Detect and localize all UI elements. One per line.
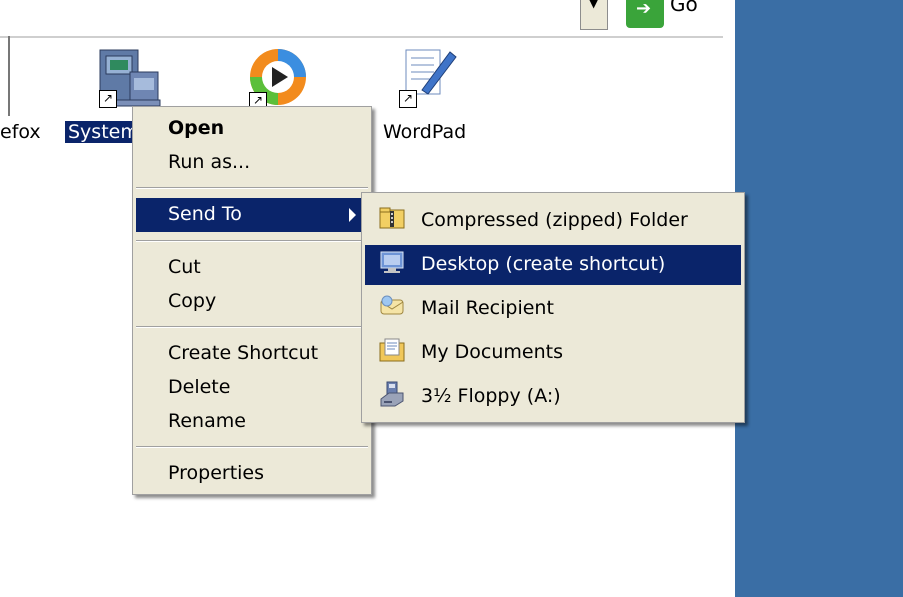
submenu-item-desktop-shortcut[interactable]: Desktop (create shortcut) <box>365 245 741 285</box>
menu-item-rename[interactable]: Rename <box>136 405 368 439</box>
chevron-down-icon: ▼ <box>589 0 599 10</box>
go-arrow-icon: ➔ <box>636 0 652 19</box>
menu-item-copy[interactable]: Copy <box>136 285 368 319</box>
firefox-icon-fragment <box>0 36 10 116</box>
submenu-item-my-documents[interactable]: My Documents <box>365 333 741 373</box>
menu-item-create-shortcut[interactable]: Create Shortcut <box>136 337 368 371</box>
context-menu: Open Run as... Send To Cut Copy Create S… <box>132 106 372 495</box>
menu-item-send-to[interactable]: Send To <box>136 198 368 232</box>
address-dropdown-button[interactable]: ▼ <box>580 0 608 30</box>
submenu-item-compressed-folder[interactable]: Compressed (zipped) Folder <box>365 201 741 241</box>
desktop-icon-label-system[interactable]: System <box>65 121 142 143</box>
menu-item-cut[interactable]: Cut <box>136 251 368 285</box>
toolbar: ▼ ➔ Go <box>0 0 735 38</box>
submenu-item-mail-recipient[interactable]: Mail Recipient <box>365 289 741 329</box>
documents-folder-icon <box>379 338 405 362</box>
mail-icon <box>380 295 404 315</box>
send-to-submenu: Compressed (zipped) Folder Desktop (crea… <box>361 192 745 423</box>
menu-separator <box>136 326 368 328</box>
menu-item-properties[interactable]: Properties <box>136 457 368 491</box>
shortcut-arrow-icon: ↗ <box>399 90 417 108</box>
go-button[interactable]: ➔ <box>626 0 664 28</box>
shortcut-arrow-icon: ↗ <box>99 90 117 108</box>
menu-item-open[interactable]: Open <box>136 112 368 146</box>
desktop-icon-label-firefox[interactable]: efox <box>0 121 41 143</box>
submenu-arrow-icon <box>349 208 356 222</box>
go-label[interactable]: Go <box>670 0 698 16</box>
floppy-icon <box>380 381 404 407</box>
desktop-background <box>735 0 903 597</box>
desktop-icon-label-wordpad[interactable]: WordPad <box>383 121 466 143</box>
desktop-icon <box>380 251 404 273</box>
menu-separator <box>136 446 368 448</box>
submenu-item-floppy[interactable]: 3½ Floppy (A:) <box>365 377 741 417</box>
menu-separator <box>136 240 368 242</box>
menu-item-run-as[interactable]: Run as... <box>136 146 368 180</box>
zip-folder-icon <box>379 207 405 229</box>
menu-item-delete[interactable]: Delete <box>136 371 368 405</box>
menu-separator <box>136 187 368 189</box>
